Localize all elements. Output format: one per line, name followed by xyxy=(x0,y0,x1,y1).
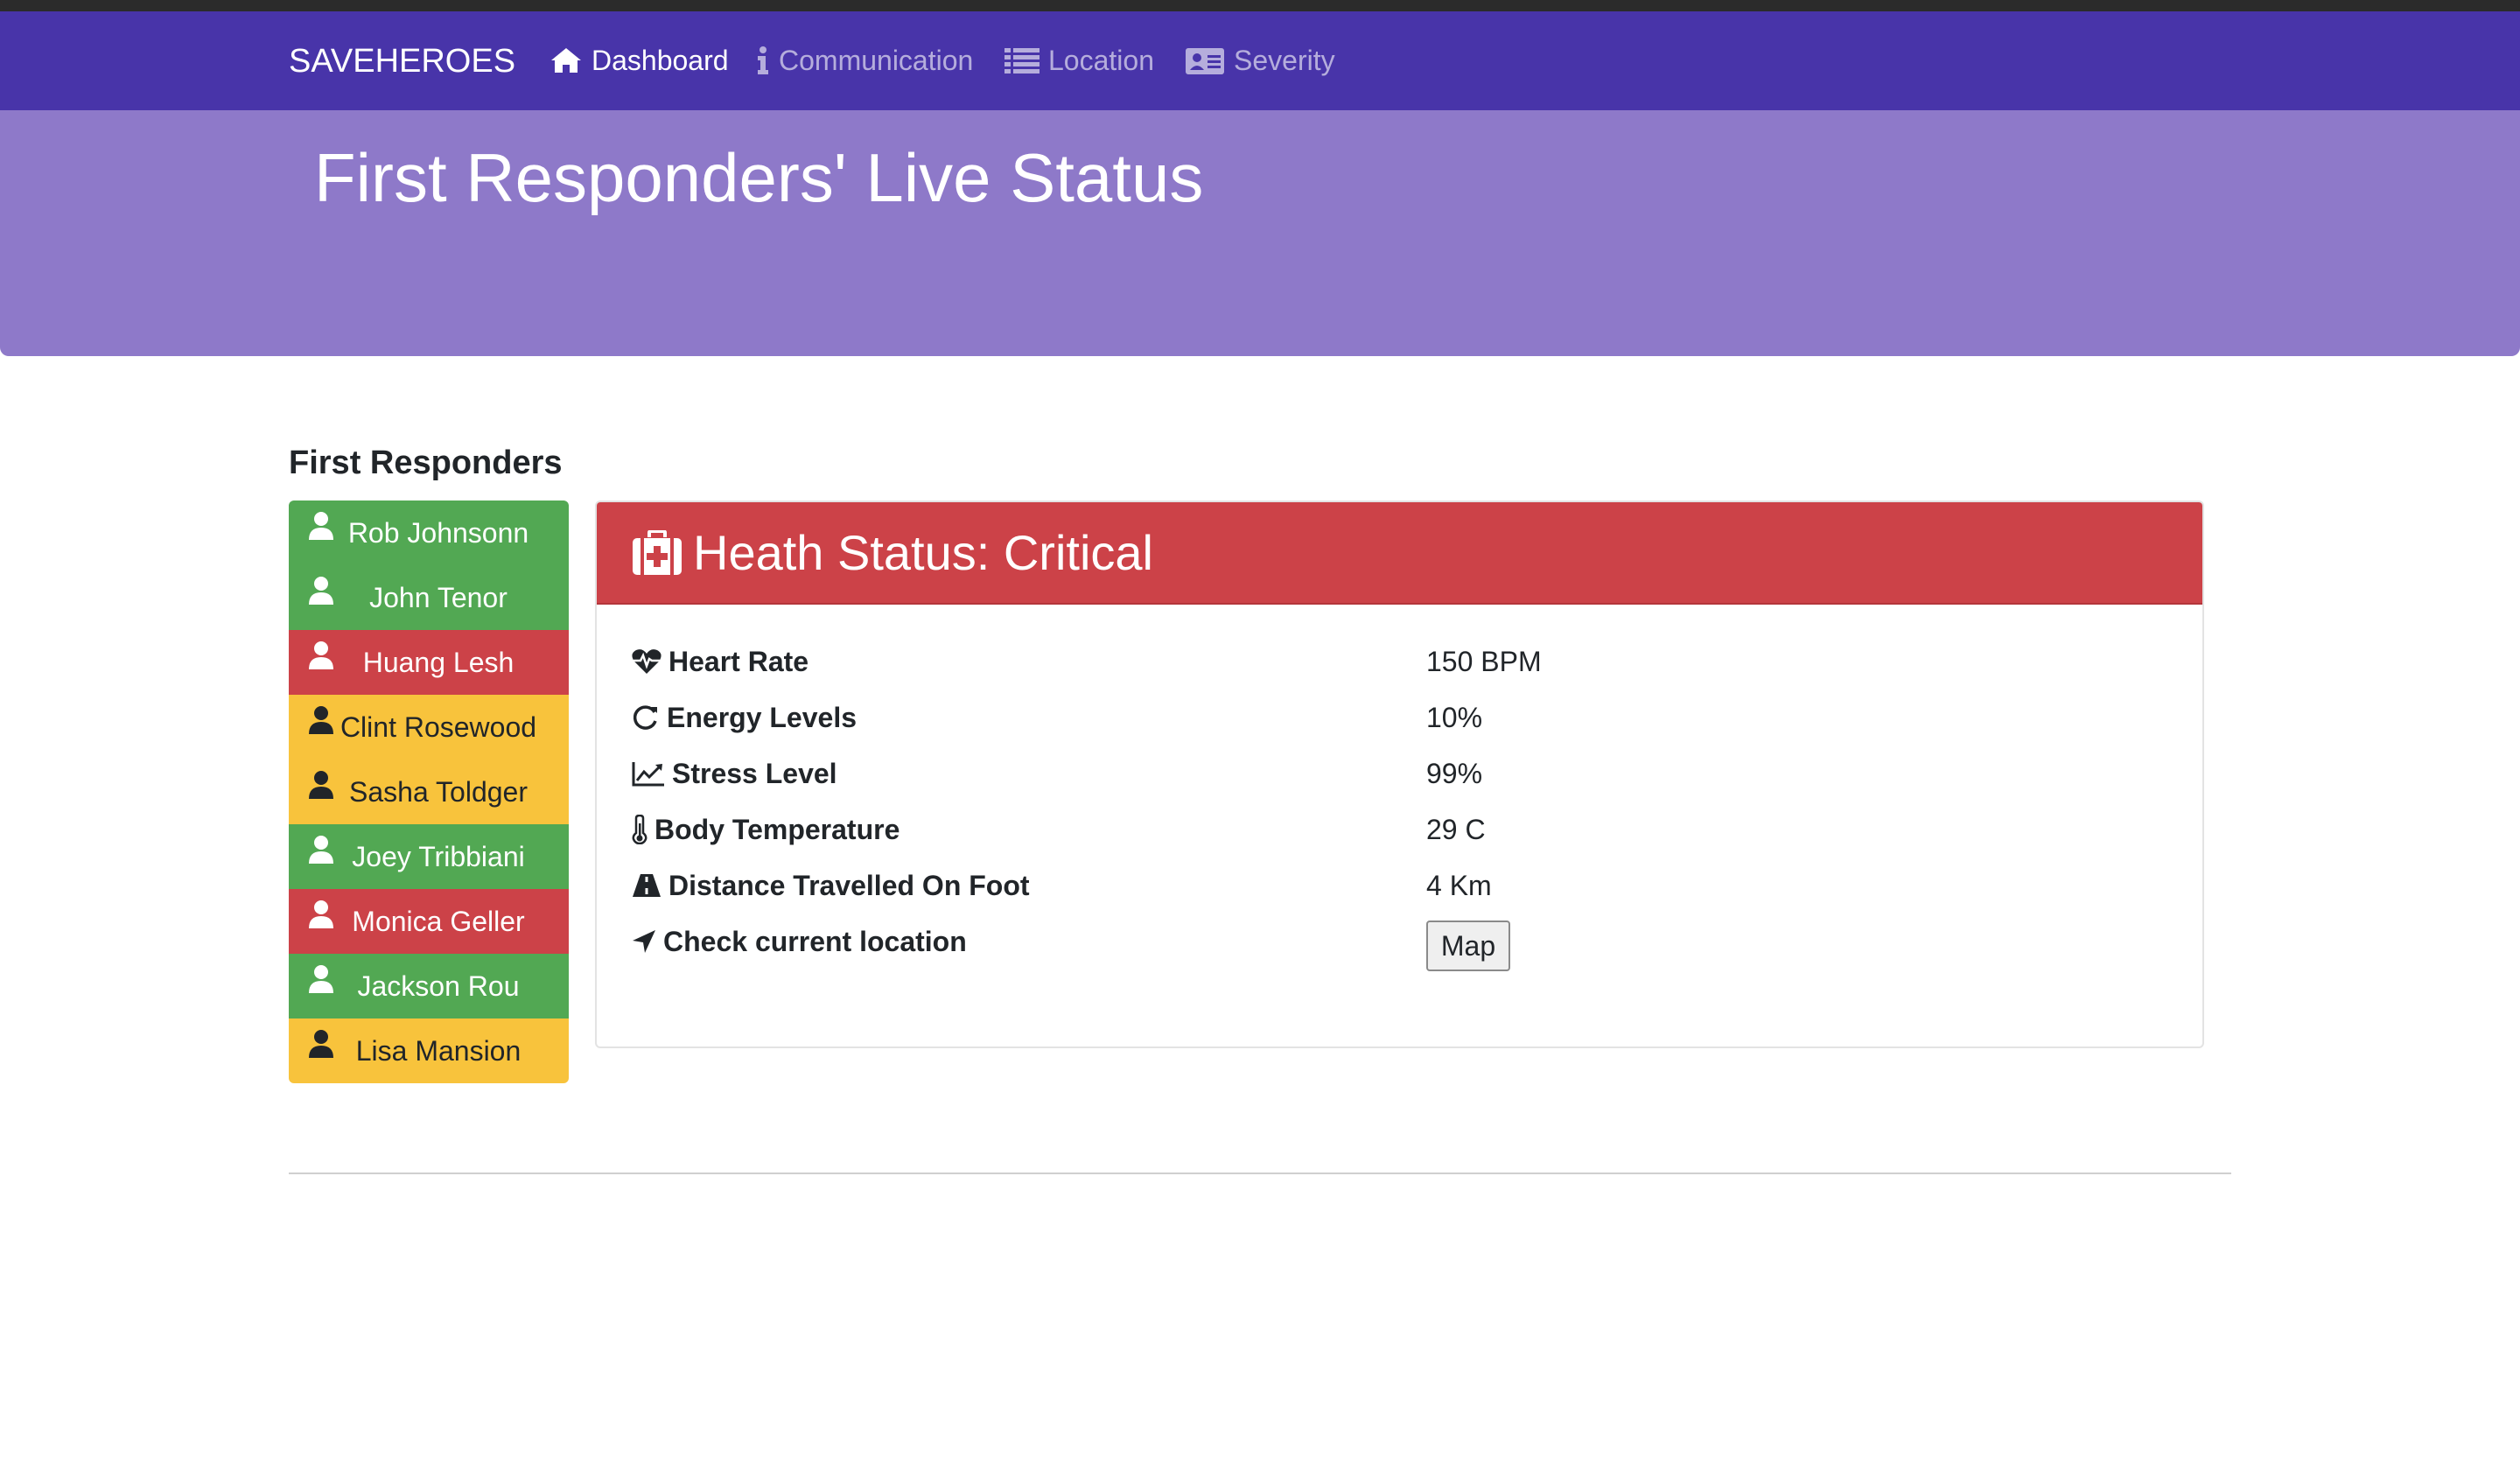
user-icon xyxy=(309,512,333,540)
responders-heading: First Responders xyxy=(289,444,563,481)
responder-item[interactable]: Jackson Rou xyxy=(289,954,569,1018)
user-icon xyxy=(309,641,333,669)
health-status-header: Heath Status: Critical xyxy=(597,502,2202,605)
medkit-icon xyxy=(633,529,682,575)
map-button[interactable]: Map xyxy=(1426,920,1510,971)
user-icon xyxy=(309,1030,333,1058)
metric-label: Distance Travelled On Foot xyxy=(668,869,1030,901)
metric-label-wrap: Distance Travelled On Foot xyxy=(632,870,1030,902)
metric-energy-levels: Energy Levels 10% xyxy=(632,698,2172,737)
health-status-title: Heath Status: Critical xyxy=(693,525,1153,580)
nav-dashboard[interactable]: Dashboard xyxy=(550,41,729,80)
responder-item[interactable]: Sasha Toldger xyxy=(289,760,569,824)
nav-severity-label: Severity xyxy=(1234,44,1335,76)
metric-label: Body Temperature xyxy=(654,813,900,845)
health-status-card: Heath Status: Critical Heart Rate 150 BP… xyxy=(595,500,2204,1048)
nav-dashboard-label: Dashboard xyxy=(592,44,729,76)
metric-value: 4 Km xyxy=(1426,869,1492,901)
nav-severity[interactable]: Severity xyxy=(1185,41,1335,80)
nav-location[interactable]: Location xyxy=(1004,41,1154,80)
heartbeat-icon xyxy=(632,649,662,674)
responder-name: John Tenor xyxy=(369,581,508,613)
nav-communication-label: Communication xyxy=(779,44,974,76)
id-card-icon xyxy=(1186,48,1224,74)
metric-value: 150 BPM xyxy=(1426,645,1542,677)
responder-name: Clint Rosewood xyxy=(340,710,537,743)
responder-list: Rob Johnsonn John Tenor Huang Lesh Clint… xyxy=(289,500,569,1083)
metric-label: Check current location xyxy=(663,925,967,957)
responder-name: Sasha Toldger xyxy=(349,775,528,808)
jumbotron: First Responders' Live Status xyxy=(0,110,2520,356)
responder-name: Jackson Rou xyxy=(357,970,520,1002)
user-icon xyxy=(309,706,333,734)
location-arrow-icon xyxy=(633,930,655,953)
responder-item[interactable]: Clint Rosewood xyxy=(289,695,569,760)
responder-item[interactable]: Joey Tribbiani xyxy=(289,824,569,889)
nav-communication[interactable]: Communication xyxy=(756,41,973,80)
metric-label: Stress Level xyxy=(672,757,837,789)
metric-label-wrap: Energy Levels xyxy=(632,702,857,734)
info-icon xyxy=(758,46,768,74)
responder-item[interactable]: John Tenor xyxy=(289,565,569,630)
metric-stress-level: Stress Level 99% xyxy=(632,754,2172,793)
responder-item[interactable]: Lisa Mansion xyxy=(289,1018,569,1083)
metric-value: 29 C xyxy=(1426,813,1486,845)
responder-item[interactable]: Monica Geller xyxy=(289,889,569,954)
metric-label: Energy Levels xyxy=(667,701,857,733)
responder-name: Lisa Mansion xyxy=(355,1034,522,1067)
responder-name: Joey Tribbiani xyxy=(352,840,525,872)
metric-label-wrap: Check current location xyxy=(632,926,967,958)
user-icon xyxy=(309,836,333,864)
metric-label-wrap: Heart Rate xyxy=(632,646,808,678)
page-title: First Responders' Live Status xyxy=(314,139,1204,216)
metric-label-wrap: Body Temperature xyxy=(632,814,900,846)
user-icon xyxy=(309,965,333,993)
user-icon xyxy=(309,771,333,799)
refresh-icon xyxy=(633,705,657,730)
list-icon xyxy=(1004,48,1040,74)
home-icon xyxy=(551,48,581,73)
user-icon xyxy=(309,900,333,928)
footer-divider xyxy=(289,1172,2231,1174)
metric-distance: Distance Travelled On Foot 4 Km xyxy=(632,866,2172,905)
responder-name: Huang Lesh xyxy=(362,646,514,678)
line-chart-icon xyxy=(632,762,664,787)
metric-location: Check current location Map xyxy=(632,920,2172,971)
nav-location-label: Location xyxy=(1048,44,1154,76)
metric-body-temperature: Body Temperature 29 C xyxy=(632,810,2172,849)
metric-value: 99% xyxy=(1426,757,1483,789)
road-icon xyxy=(633,874,661,897)
thermometer-icon xyxy=(632,815,648,844)
user-icon xyxy=(309,577,333,605)
metric-heart-rate: Heart Rate 150 BPM xyxy=(632,642,2172,681)
window-top-edge xyxy=(0,0,2520,11)
metric-label-wrap: Stress Level xyxy=(632,758,837,790)
responder-item[interactable]: Huang Lesh xyxy=(289,630,569,695)
navbar: SAVEHEROES Dashboard Communication Locat… xyxy=(0,11,2520,110)
metric-label: Heart Rate xyxy=(668,645,809,677)
brand-logo[interactable]: SAVEHEROES xyxy=(289,43,515,80)
metric-value: 10% xyxy=(1426,701,1483,733)
responder-name: Rob Johnsonn xyxy=(347,516,529,549)
responder-item[interactable]: Rob Johnsonn xyxy=(289,500,569,565)
responder-name: Monica Geller xyxy=(352,905,525,937)
